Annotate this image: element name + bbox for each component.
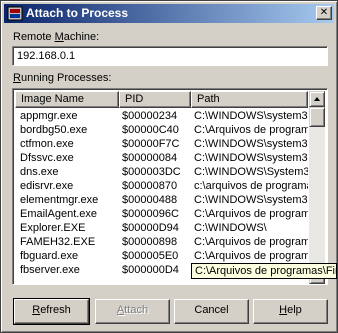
remote-machine-label-key: M <box>54 31 64 43</box>
help-button-key: H <box>279 304 288 316</box>
remote-machine-label: Remote Machine: <box>13 31 99 43</box>
path-cell: c:\arquivos de programas <box>194 180 308 192</box>
remote-machine-value: 192.168.0.1 <box>17 50 76 62</box>
image-name-cell: dns.exe <box>20 166 59 178</box>
table-row[interactable]: bordbg50.exe $00000C40 C:\Arquivos de prog… <box>15 123 308 137</box>
scroll-up-button[interactable] <box>309 91 325 107</box>
attach-button-rest: ttach <box>124 304 149 316</box>
pid-cell: $00000234 <box>122 110 178 122</box>
process-rows: appmgr.exe $00000234 C:\WINDOWS\system32 bo… <box>15 109 308 284</box>
close-icon: ✕ <box>319 7 329 18</box>
help-button[interactable]: Help <box>253 299 328 324</box>
image-name-cell: fbguard.exe <box>20 250 79 262</box>
path-cell: C:\Arquivos de programas <box>194 236 308 248</box>
table-row[interactable]: ctfmon.exe $00000F7C C:\WINDOWS\system32 <box>15 137 308 151</box>
window-title: Attach to Process <box>26 6 129 20</box>
path-cell: C:\WINDOWS\System32 <box>194 166 308 178</box>
help-button-rest: elp <box>287 304 302 316</box>
cancel-button[interactable]: Cancel <box>174 299 249 324</box>
scroll-thumb[interactable] <box>309 107 325 127</box>
scroll-up-arrow-icon <box>314 97 320 101</box>
close-button[interactable]: ✕ <box>316 6 332 20</box>
process-list-header: Image Name PID Path <box>15 91 308 108</box>
image-name-cell: FAMEH32.EXE <box>20 236 96 248</box>
table-row[interactable]: EmailAgent.exe $0000096C C:\Arquivos de pr… <box>15 207 308 221</box>
table-row[interactable]: edisrvr.exe $00000870 c:\arquivos de progr… <box>15 179 308 193</box>
pid-cell: $000005E0 <box>122 250 179 262</box>
refresh-button-rest: efresh <box>40 304 71 316</box>
column-header-path[interactable]: Path <box>191 91 308 108</box>
path-cell: C:\Arquivos de programas <box>194 250 308 262</box>
attach-button[interactable]: Attach <box>95 299 170 324</box>
remote-machine-label-pre: Remote <box>13 31 55 43</box>
path-tooltip: C:\Arquivos de programas\Fire <box>191 263 337 279</box>
image-name-cell: fbserver.exe <box>20 264 80 276</box>
pid-cell: $00000488 <box>122 194 178 206</box>
attach-to-process-dialog: Attach to Process ✕ Remote Machine: 192.… <box>0 0 338 333</box>
image-name-cell: Dfssvc.exe <box>20 152 74 164</box>
pid-cell: $000000D4 <box>122 264 179 276</box>
path-cell: C:\WINDOWS\ <box>194 222 267 234</box>
remote-machine-input[interactable]: 192.168.0.1 <box>12 46 328 66</box>
column-header-image-name[interactable]: Image Name <box>15 91 119 108</box>
path-cell: C:\WINDOWS\system32 <box>194 110 308 122</box>
process-list[interactable]: Image Name PID Path appmgr.exe $00000234 C… <box>12 88 328 285</box>
table-row[interactable]: FAMEH32.EXE $00000898 C:\Arquivos de progr… <box>15 235 308 249</box>
path-cell: C:\WINDOWS\system32 <box>194 138 308 150</box>
path-cell: C:\WINDOWS\system32 <box>194 152 308 164</box>
image-name-cell: appmgr.exe <box>20 110 78 122</box>
pid-cell: $00000F7C <box>122 138 180 150</box>
image-name-cell: Explorer.EXE <box>20 222 86 234</box>
table-row[interactable]: Dfssvc.exe $00000084 C:\WINDOWS\system32 <box>15 151 308 165</box>
pid-cell: $00000C40 <box>122 124 179 136</box>
debugger-app-icon <box>7 6 23 21</box>
pid-cell: $0000096C <box>122 208 179 220</box>
running-processes-label-key: R <box>13 72 21 84</box>
refresh-button-key: R <box>32 304 41 316</box>
table-row[interactable]: dns.exe $000003DC C:\WINDOWS\System32 <box>15 165 308 179</box>
remote-machine-label-post: achine: <box>63 31 100 43</box>
path-cell: C:\Arquivos de programas <box>194 208 308 220</box>
image-name-cell: bordbg50.exe <box>20 124 88 136</box>
running-processes-label: Running Processes: <box>13 72 111 84</box>
table-row[interactable]: appmgr.exe $00000234 C:\WINDOWS\system32 <box>15 109 308 123</box>
pid-cell: $00000084 <box>122 152 178 164</box>
image-name-cell: EmailAgent.exe <box>20 208 98 220</box>
refresh-button[interactable]: Refresh <box>13 298 90 325</box>
path-cell: C:\Arquivos de programas <box>194 124 308 136</box>
image-name-cell: edisrvr.exe <box>20 180 74 192</box>
column-header-pid[interactable]: PID <box>119 91 191 108</box>
pid-cell: $00000898 <box>122 236 178 248</box>
vertical-scrollbar[interactable] <box>309 91 325 284</box>
table-row[interactable]: Explorer.EXE $00000D94 C:\WINDOWS\ <box>15 221 308 235</box>
path-cell: C:\WINDOWS\system32 <box>194 194 308 206</box>
pid-cell: $00000D94 <box>122 222 179 234</box>
title-bar[interactable]: Attach to Process ✕ <box>4 4 334 23</box>
table-row[interactable]: fbguard.exe $000005E0 C:\Arquivos de progr… <box>15 249 308 263</box>
image-name-cell: ctfmon.exe <box>20 138 74 150</box>
pid-cell: $00000870 <box>122 180 178 192</box>
pid-cell: $000003DC <box>122 166 181 178</box>
running-processes-label-post: unning Processes: <box>20 72 112 84</box>
table-row[interactable]: elementmgr.exe $00000488 C:\WINDOWS\system… <box>15 193 308 207</box>
image-name-cell: elementmgr.exe <box>20 194 99 206</box>
